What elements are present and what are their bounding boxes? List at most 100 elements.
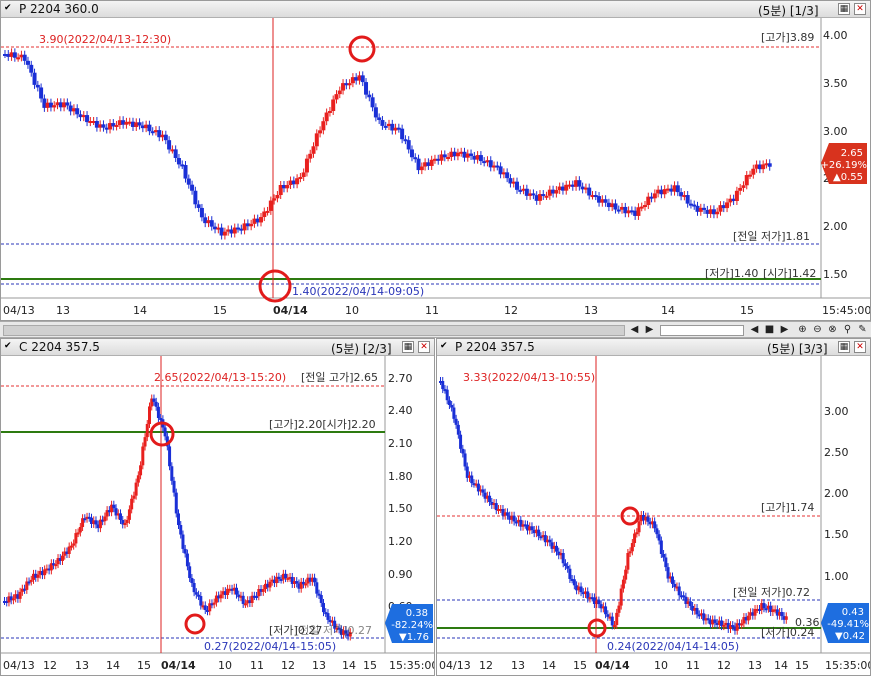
candle bbox=[304, 583, 308, 586]
candle bbox=[652, 193, 657, 199]
checkbox-icon[interactable]: ✔ bbox=[4, 342, 13, 351]
candle bbox=[167, 140, 172, 150]
candle bbox=[194, 592, 198, 595]
badge-price: 0.43 bbox=[842, 607, 864, 618]
candle bbox=[298, 176, 303, 179]
next-icon[interactable]: ▶ bbox=[778, 323, 791, 336]
x-tick: 12 bbox=[281, 659, 295, 672]
candle bbox=[12, 52, 17, 58]
siga-label: [시가]1.42 bbox=[763, 267, 816, 280]
x-tick: 13 bbox=[584, 304, 598, 317]
candle bbox=[643, 205, 647, 208]
candle bbox=[101, 124, 106, 128]
goga-siga-label: [고가]2.20[시가]2.20 bbox=[269, 418, 376, 431]
stop-icon[interactable]: ■ bbox=[763, 323, 776, 336]
candle bbox=[442, 154, 447, 158]
high-circle-marker bbox=[348, 35, 376, 63]
candle bbox=[152, 398, 156, 402]
close-icon[interactable]: ✕ bbox=[854, 341, 866, 353]
prev-low-label: [전일 저가]0.72 bbox=[733, 585, 810, 599]
zoom-in-icon[interactable]: ⊕ bbox=[796, 323, 809, 336]
close-icon[interactable]: ✕ bbox=[854, 3, 866, 15]
search-icon[interactable]: ⚲ bbox=[841, 323, 854, 336]
candle bbox=[186, 178, 191, 185]
candle bbox=[185, 553, 189, 567]
x-tick: 15 bbox=[740, 304, 754, 317]
zoom-slider[interactable] bbox=[660, 325, 744, 336]
x-tick: 13 bbox=[511, 659, 525, 672]
siga-label: 0.36 bbox=[795, 616, 820, 629]
candle bbox=[370, 97, 375, 108]
candle bbox=[127, 509, 131, 520]
zoom-reset-icon[interactable]: ⊗ bbox=[826, 323, 839, 336]
candle bbox=[347, 83, 352, 86]
low-label: [저가]1.40 bbox=[705, 267, 758, 280]
candle bbox=[311, 146, 316, 154]
candle bbox=[61, 555, 64, 561]
candle bbox=[541, 194, 546, 197]
badge-price: 0.38 bbox=[406, 608, 428, 619]
candle bbox=[119, 513, 122, 520]
chart-meta: (5분) [3/3] bbox=[767, 342, 828, 356]
candle bbox=[695, 608, 699, 615]
candle bbox=[606, 614, 610, 617]
candle bbox=[143, 437, 147, 447]
settings-icon[interactable]: ▦ bbox=[838, 341, 850, 353]
candle bbox=[322, 602, 325, 613]
y-tick: 3.00 bbox=[824, 405, 849, 418]
tool-icon[interactable]: ✎ bbox=[856, 323, 869, 336]
zoom-out-icon[interactable]: ⊖ bbox=[811, 323, 824, 336]
candle bbox=[488, 495, 492, 502]
candle bbox=[16, 57, 21, 60]
horizontal-scrollbar[interactable] bbox=[3, 325, 625, 336]
candle bbox=[635, 532, 639, 535]
candle bbox=[554, 190, 559, 194]
x-tick: 13 bbox=[75, 659, 89, 672]
candle bbox=[170, 466, 174, 481]
high-marker-label: 2.65(2022/04/13-15:20) bbox=[154, 371, 286, 384]
candle bbox=[461, 448, 465, 454]
x-tick: 14 bbox=[661, 304, 675, 317]
settings-icon[interactable]: ▦ bbox=[402, 341, 414, 353]
y-tick: 1.50 bbox=[388, 502, 413, 515]
candle bbox=[688, 601, 692, 606]
candle bbox=[587, 187, 592, 196]
y-tick: 2.00 bbox=[823, 220, 848, 233]
badge-pct: -49.41% bbox=[827, 619, 869, 630]
y-tick: 2.40 bbox=[388, 404, 413, 417]
candle bbox=[419, 166, 424, 171]
scroll-right-icon[interactable]: ▶ bbox=[643, 323, 656, 336]
x-tick: 15:35:00 bbox=[389, 659, 435, 672]
candle bbox=[222, 231, 227, 236]
chart-scrollbar-row: ◀ ▶ ◀ ■ ▶ ⊕ ⊖ ⊗ ⚲ ✎ bbox=[0, 321, 871, 338]
scroll-left-icon[interactable]: ◀ bbox=[628, 323, 641, 336]
candle bbox=[199, 596, 203, 606]
candle bbox=[445, 389, 449, 401]
x-tick: 15 bbox=[137, 659, 151, 672]
settings-icon[interactable]: ▦ bbox=[838, 3, 850, 15]
candle bbox=[621, 579, 625, 589]
candle bbox=[147, 124, 152, 132]
candle bbox=[75, 108, 80, 115]
candle bbox=[463, 453, 467, 467]
candle bbox=[561, 553, 565, 564]
candle bbox=[662, 553, 666, 558]
checkbox-icon[interactable]: ✔ bbox=[4, 4, 13, 13]
candle bbox=[114, 124, 119, 127]
candle bbox=[657, 534, 661, 541]
candle bbox=[713, 619, 717, 623]
play-icon[interactable]: ◀ bbox=[748, 323, 761, 336]
close-icon[interactable]: ✕ bbox=[418, 341, 430, 353]
x-tick: 11 bbox=[686, 659, 700, 672]
x-tick: 12 bbox=[717, 659, 731, 672]
candle bbox=[675, 185, 680, 193]
candle bbox=[380, 120, 385, 126]
chart-title: C 2204 357.5 bbox=[19, 340, 100, 354]
candle bbox=[268, 581, 272, 588]
candle bbox=[177, 513, 180, 526]
candle bbox=[39, 87, 44, 99]
candle bbox=[319, 595, 323, 603]
checkbox-icon[interactable]: ✔ bbox=[440, 342, 449, 351]
chart-meta: (5분) [1/3] bbox=[758, 4, 819, 18]
candle bbox=[76, 532, 80, 535]
